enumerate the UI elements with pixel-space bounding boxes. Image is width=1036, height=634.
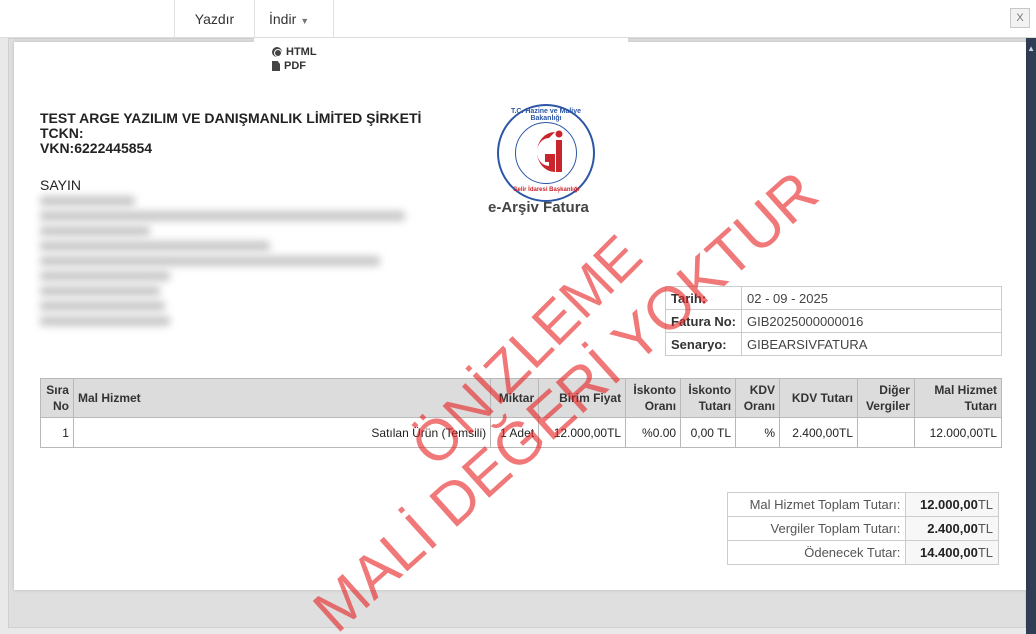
column-header: İskonto Tutarı <box>680 378 737 418</box>
total-unit: TL <box>977 521 993 536</box>
total-value-cell: 2.400,00TL <box>905 516 999 541</box>
table-cell: 12.000,00TL <box>538 417 627 448</box>
invoice-meta-table: Tarih: 02 - 09 - 2025 Fatura No: GIB2025… <box>665 286 1002 356</box>
column-header: Mal Hizmet Tutarı <box>913 378 1003 418</box>
download-html-label: HTML <box>286 46 317 58</box>
total-label: Ödenecek Tutar: <box>726 540 907 565</box>
total-label: Mal Hizmet Toplam Tutarı: <box>726 492 907 517</box>
meta-value: GIB2025000000016 <box>741 309 1002 333</box>
total-value-cell: 12.000,00TL <box>905 492 999 517</box>
recipient-heading: SAYIN <box>40 177 81 193</box>
download-pdf-label: PDF <box>284 60 306 72</box>
recipient-redacted-address <box>40 196 410 342</box>
total-label: Vergiler Toplam Tutarı: <box>726 516 907 541</box>
table-cell: 1 <box>40 417 74 448</box>
table-cell: 2.400,00TL <box>779 417 858 448</box>
download-dropdown: HTML PDF <box>254 38 628 94</box>
logo-sub-text: Gelir İdaresi Başkanlığı <box>512 187 580 193</box>
invoice-items-table: Sıra No Mal Hizmet Miktar Birim Fiyat İs… <box>40 378 1003 448</box>
total-value: 12.000,00 <box>919 497 978 512</box>
meta-row-scenario: Senaryo: GIBEARSIVFATURA <box>665 332 1002 356</box>
seller-tckn: TCKN: <box>40 125 84 141</box>
globe-icon <box>272 47 282 57</box>
column-header: Sıra No <box>40 378 74 418</box>
column-header: İskonto Oranı <box>625 378 682 418</box>
document-type-title: e-Arşiv Fatura <box>488 199 589 216</box>
seller-vkn: VKN:6222445854 <box>40 140 153 156</box>
items-header-row: Sıra No Mal Hizmet Miktar Birim Fiyat İs… <box>40 378 1003 418</box>
seller-block: TEST ARGE YAZILIM VE DANIŞMANLIK LİMİTED… <box>40 111 421 156</box>
total-unit: TL <box>977 545 993 560</box>
download-menu-button[interactable]: İndir ▼ <box>254 0 334 38</box>
table-cell: % <box>735 417 781 448</box>
table-cell <box>857 417 915 448</box>
logo-ring-text: T.C. Hazine ve Maliye Bakanlığı <box>510 108 582 122</box>
meta-value: GIBEARSIVFATURA <box>741 332 1002 356</box>
totals-row: Mal Hizmet Toplam Tutarı: 12.000,00TL <box>726 492 999 517</box>
meta-row-date: Tarih: 02 - 09 - 2025 <box>665 286 1002 310</box>
table-cell: 12.000,00TL <box>913 417 1003 448</box>
caret-down-icon: ▼ <box>300 16 310 26</box>
column-header: Birim Fiyat <box>538 378 627 418</box>
total-unit: TL <box>977 497 993 512</box>
file-icon <box>272 61 280 71</box>
table-row: 1 Satılan Ürün (Temsili) 1 Adet 12.000,0… <box>40 417 1003 448</box>
viewer-toolbar: Yazdır İndir ▼ X <box>0 0 1036 38</box>
totals-row: Ödenecek Tutar: 14.400,00TL <box>726 540 999 565</box>
total-value: 2.400,00 <box>927 521 978 536</box>
download-label: İndir <box>269 11 297 27</box>
table-cell: 0,00 TL <box>680 417 737 448</box>
scrollbar[interactable] <box>1026 38 1036 634</box>
meta-label: Senaryo: <box>665 332 742 356</box>
table-cell: 1 Adet <box>490 417 540 448</box>
column-header: KDV Tutarı <box>779 378 858 418</box>
meta-value: 02 - 09 - 2025 <box>741 286 1002 310</box>
download-html-item[interactable]: HTML <box>272 46 317 58</box>
seller-name: TEST ARGE YAZILIM VE DANIŞMANLIK LİMİTED… <box>40 110 422 126</box>
table-cell: %0.00 <box>625 417 682 448</box>
column-header: Mal Hizmet <box>72 378 492 418</box>
gib-emblem-icon <box>537 130 563 172</box>
total-value: 14.400,00 <box>919 545 978 560</box>
meta-label: Tarih: <box>665 286 742 310</box>
invoice-totals-table: Mal Hizmet Toplam Tutarı: 12.000,00TL Ve… <box>726 492 999 565</box>
meta-row-number: Fatura No: GIB2025000000016 <box>665 309 1002 333</box>
column-header: Diğer Vergiler <box>857 378 915 418</box>
download-pdf-item[interactable]: PDF <box>272 60 306 72</box>
print-button[interactable]: Yazdır <box>174 0 254 38</box>
gib-logo: T.C. Hazine ve Maliye Bakanlığı Gelir İd… <box>497 104 595 202</box>
meta-label: Fatura No: <box>665 309 742 333</box>
close-button[interactable]: X <box>1010 8 1030 28</box>
column-header: Miktar <box>490 378 540 418</box>
table-cell: Satılan Ürün (Temsili) <box>72 417 492 448</box>
totals-row: Vergiler Toplam Tutarı: 2.400,00TL <box>726 516 999 541</box>
print-label: Yazdır <box>194 11 235 27</box>
scroll-up-icon[interactable]: ▲ <box>1027 44 1035 53</box>
column-header: KDV Oranı <box>735 378 781 418</box>
total-value-cell: 14.400,00TL <box>905 540 999 565</box>
